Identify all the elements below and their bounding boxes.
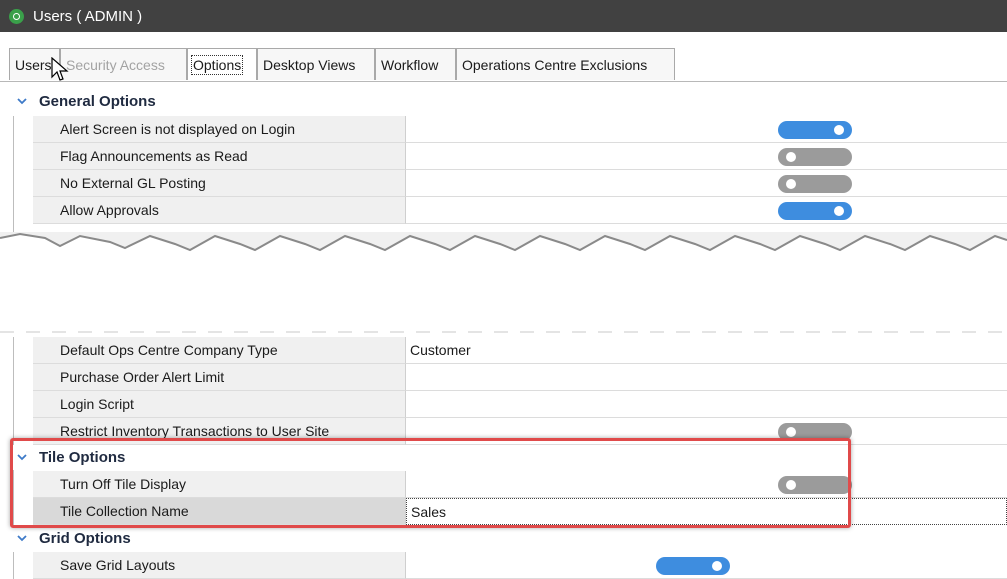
section-header-general-options[interactable]: General Options — [0, 90, 1007, 114]
option-label: Login Script — [33, 391, 406, 418]
mouse-cursor-icon — [51, 57, 69, 81]
tab-workflow[interactable]: Workflow — [375, 48, 456, 80]
option-label: Allow Approvals — [33, 197, 406, 224]
option-row: Purchase Order Alert Limit — [0, 364, 1007, 391]
chevron-down-icon[interactable] — [17, 96, 27, 106]
tab-operations-centre-exclusions[interactable]: Operations Centre Exclusions — [456, 48, 675, 80]
window-title: Users ( ADMIN ) — [33, 7, 143, 25]
option-label: Purchase Order Alert Limit — [33, 364, 406, 391]
option-label: Default Ops Centre Company Type — [33, 337, 406, 364]
app-logo-icon — [9, 8, 24, 24]
option-row: Default Ops Centre Company Type Customer — [0, 337, 1007, 364]
option-row: No External GL Posting — [0, 170, 1007, 197]
option-row: Alert Screen is not displayed on Login — [0, 116, 1007, 143]
option-label: No External GL Posting — [33, 170, 406, 197]
option-value-cell — [406, 116, 1007, 143]
toggle-switch[interactable] — [778, 148, 852, 166]
option-value-cell — [406, 197, 1007, 224]
tab-options[interactable]: Options — [187, 48, 257, 80]
section-title: Grid Options — [39, 530, 131, 547]
option-value[interactable] — [406, 391, 1007, 418]
option-value-cell — [406, 552, 1007, 579]
toggle-switch[interactable] — [778, 121, 852, 139]
tab-options-label: Options — [190, 55, 244, 75]
option-value[interactable]: Customer — [406, 337, 1007, 364]
option-label: Flag Announcements as Read — [33, 143, 406, 170]
highlight-annotation-box — [10, 438, 851, 528]
tab-bar: Users Security Access Options Desktop Vi… — [0, 41, 1007, 82]
section-header-grid-options[interactable]: Grid Options — [0, 527, 1007, 551]
option-label: Alert Screen is not displayed on Login — [33, 116, 406, 143]
option-row: Allow Approvals — [0, 197, 1007, 224]
option-value-cell — [406, 143, 1007, 170]
toggle-switch[interactable] — [656, 557, 730, 575]
section-title: General Options — [39, 93, 156, 110]
torn-edge-decoration — [0, 232, 1007, 333]
toggle-switch[interactable] — [778, 202, 852, 220]
option-label: Save Grid Layouts — [33, 552, 406, 579]
option-row: Save Grid Layouts — [0, 552, 1007, 579]
option-value[interactable] — [406, 364, 1007, 391]
option-row: Login Script — [0, 391, 1007, 418]
option-value-cell — [406, 170, 1007, 197]
toggle-switch[interactable] — [778, 175, 852, 193]
window-title-bar: Users ( ADMIN ) — [0, 0, 1007, 32]
tab-security-access[interactable]: Security Access — [60, 48, 187, 80]
chevron-down-icon[interactable] — [17, 533, 27, 543]
torn-edge-gap — [0, 232, 1007, 337]
tab-desktop-views[interactable]: Desktop Views — [257, 48, 375, 80]
option-row: Flag Announcements as Read — [0, 143, 1007, 170]
